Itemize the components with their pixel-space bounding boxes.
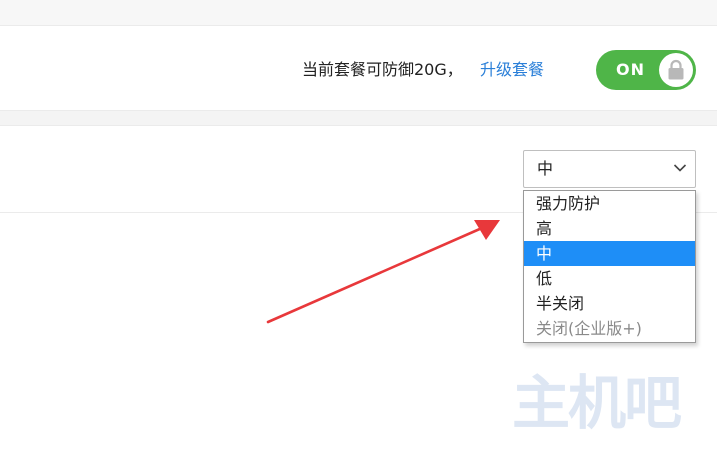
section-divider xyxy=(0,111,717,125)
protection-toggle[interactable]: ON xyxy=(596,50,696,90)
chevron-down-icon xyxy=(673,164,687,172)
top-strip xyxy=(0,0,717,25)
plan-bar: 当前套餐可防御20G， 升级套餐 ON xyxy=(0,25,717,111)
option-low[interactable]: 低 xyxy=(524,266,695,291)
toggle-knob xyxy=(659,53,693,87)
option-medium[interactable]: 中 xyxy=(524,241,695,266)
page: 当前套餐可防御20G， 升级套餐 ON 中 强力防护 高 中 低 半关闭 关闭(… xyxy=(0,0,717,452)
toggle-label: ON xyxy=(616,60,645,79)
option-half-off[interactable]: 半关闭 xyxy=(524,291,695,316)
option-high[interactable]: 高 xyxy=(524,216,695,241)
watermark-logo: 主机吧 xyxy=(512,369,682,437)
lock-icon xyxy=(668,59,684,80)
select-current-value: 中 xyxy=(537,159,554,178)
plan-capacity-text: 当前套餐可防御20G， xyxy=(302,60,463,79)
upgrade-plan-link[interactable]: 升级套餐 xyxy=(480,58,544,82)
protection-level-select[interactable]: 中 xyxy=(523,150,696,188)
option-off-enterprise: 关闭(企业版+) xyxy=(536,319,642,338)
protection-level-dropdown: 强力防护 高 中 低 半关闭 关闭(企业版+) xyxy=(523,190,696,343)
option-strong-protection[interactable]: 强力防护 xyxy=(524,191,695,216)
